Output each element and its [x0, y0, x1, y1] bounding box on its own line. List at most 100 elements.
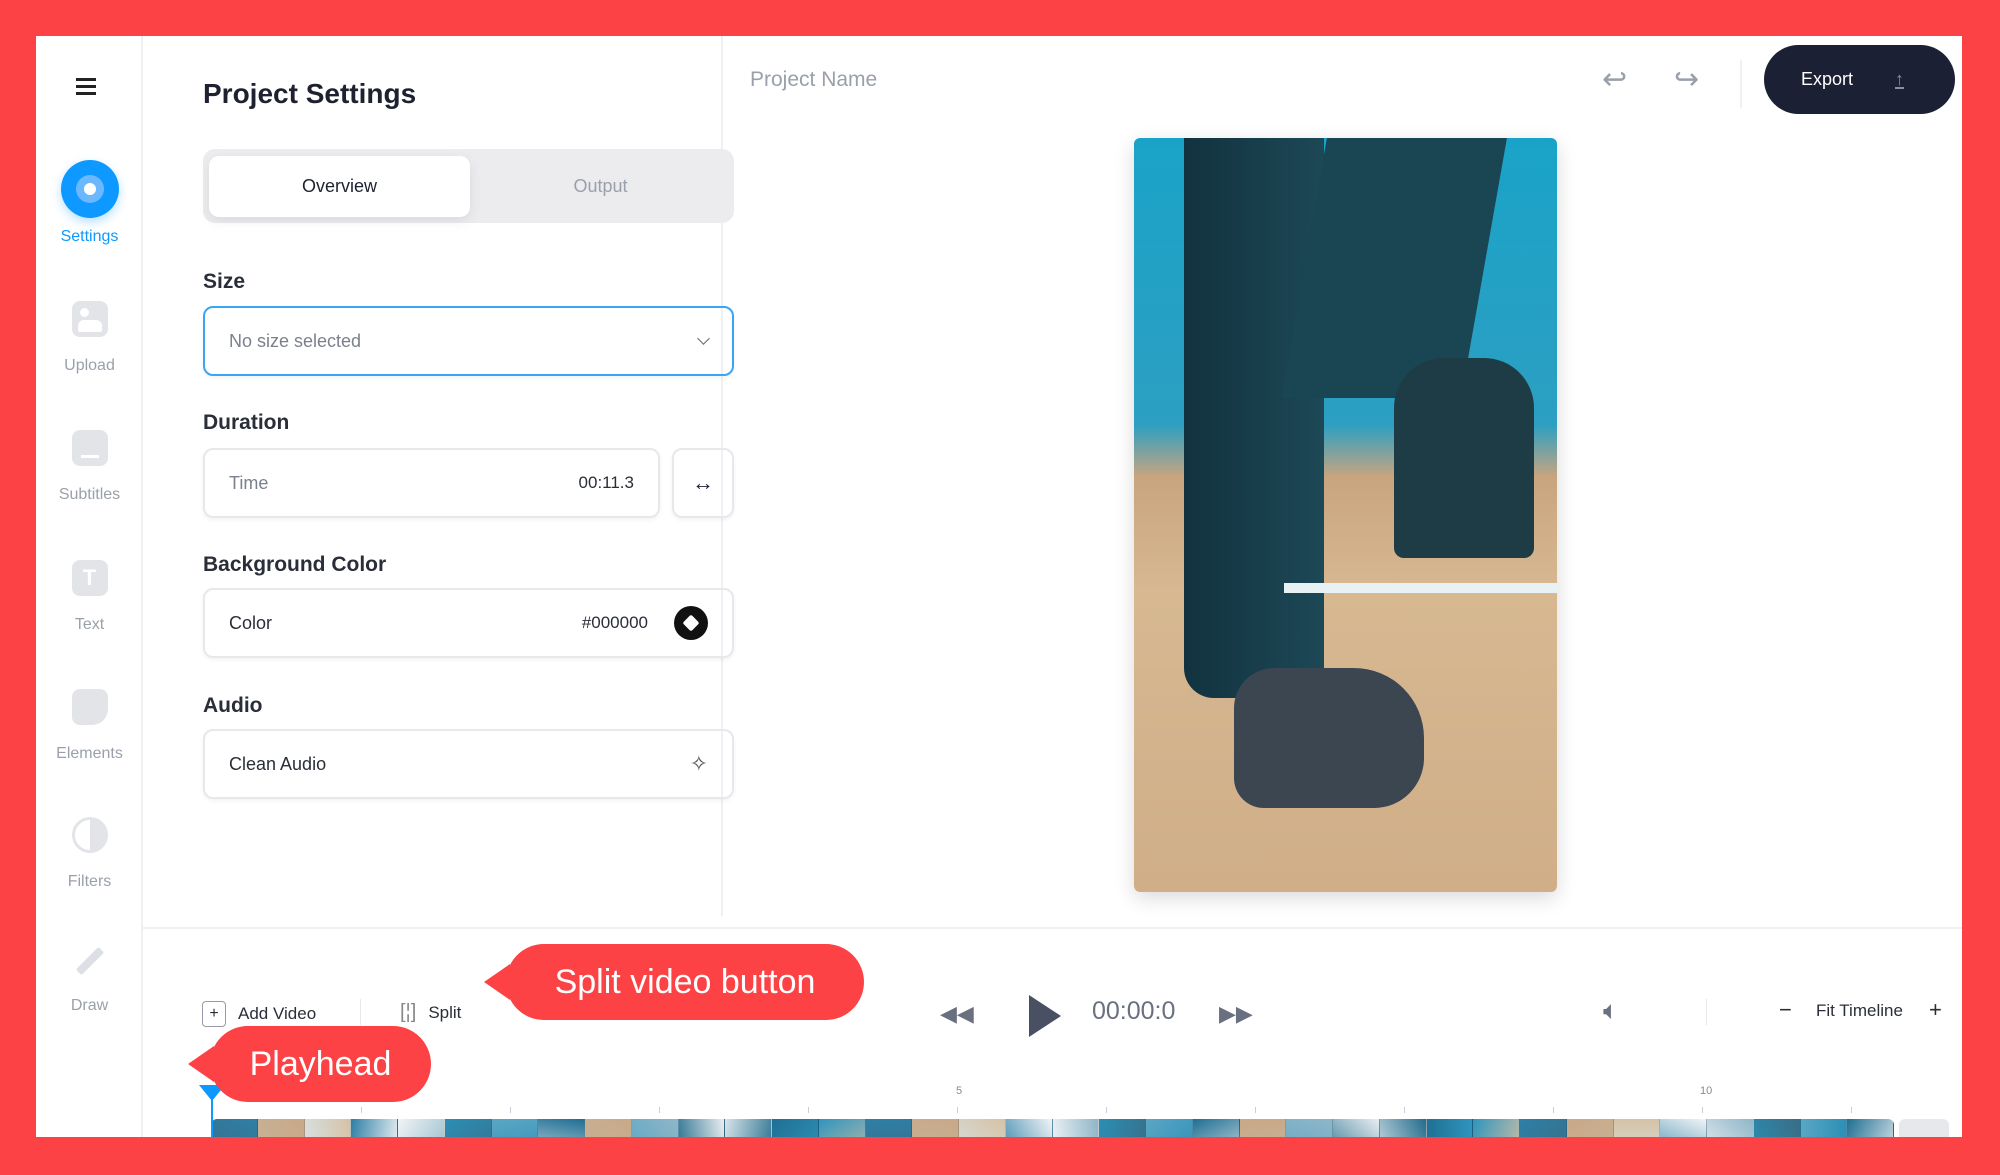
add-video-button[interactable]: + Add Video	[202, 1001, 316, 1027]
ruler-tick	[1702, 1107, 1703, 1113]
split-button[interactable]: [¦] Split	[400, 1001, 461, 1024]
clean-audio-button[interactable]: Clean Audio ✧	[203, 729, 734, 799]
fit-timeline-button[interactable]: Fit Timeline	[1816, 1001, 1903, 1021]
add-video-label: Add Video	[238, 1004, 317, 1023]
sidebar-item-text[interactable]: T Text	[36, 560, 143, 634]
sidebar-item-draw[interactable]: Draw	[36, 945, 143, 1015]
clip-frame	[1192, 1119, 1240, 1137]
video-preview[interactable]	[1134, 138, 1557, 892]
divider	[360, 999, 361, 1025]
playhead-line[interactable]	[211, 1097, 213, 1137]
clip-frame	[865, 1119, 913, 1137]
clip-frame	[631, 1119, 679, 1137]
clip-frame	[959, 1119, 1006, 1137]
project-name[interactable]: Project Name	[750, 68, 877, 92]
sidebar-label: Text	[74, 616, 105, 633]
play-button[interactable]	[1029, 995, 1061, 1037]
divider	[1740, 60, 1742, 108]
clip-frame	[491, 1119, 539, 1137]
clip-frame	[1707, 1119, 1754, 1137]
timeline-area: + Add Video [¦] Split ◀◀ 00:00:0 ▶▶ 🔈︎ −…	[143, 927, 1962, 1137]
text-icon: T	[71, 560, 108, 596]
tick-label: 10	[1700, 1085, 1713, 1097]
background-surfer	[1394, 358, 1534, 558]
add-clip-button[interactable]: +	[1899, 1119, 1949, 1137]
clip-frame	[772, 1119, 819, 1137]
tab-output[interactable]: Output	[470, 156, 731, 217]
clip-frame	[398, 1119, 445, 1137]
clip-frame	[1566, 1119, 1614, 1137]
chevron-down-icon	[697, 332, 710, 345]
sidebar-item-filters[interactable]: Filters	[36, 817, 143, 891]
surfer-leg	[1184, 138, 1324, 698]
clip-frame	[1146, 1119, 1193, 1137]
ruler-tick	[659, 1107, 660, 1113]
sidebar-label: Subtitles	[58, 486, 121, 503]
clip-frame	[211, 1119, 258, 1137]
sparkle-icon: ✧	[689, 751, 708, 776]
size-select[interactable]: No size selected	[203, 306, 734, 376]
clip-frame	[1426, 1119, 1474, 1137]
ruler-tick	[1255, 1107, 1256, 1113]
ruler-tick	[1851, 1107, 1852, 1113]
clip-frame	[1613, 1119, 1661, 1137]
clip-frame	[912, 1119, 959, 1137]
clip-frame	[304, 1119, 352, 1137]
clip-frame	[1473, 1119, 1520, 1137]
tab-overview[interactable]: Overview	[209, 156, 470, 217]
playhead-annotation: Playhead	[188, 1026, 431, 1102]
filter-icon	[71, 817, 108, 853]
ruler-tick	[1106, 1107, 1107, 1113]
size-label: Size	[203, 270, 246, 293]
paint-bucket-icon[interactable]	[674, 606, 708, 640]
zoom-out-button[interactable]: −	[1779, 997, 1792, 1023]
sidebar-item-elements[interactable]: Elements	[36, 689, 143, 763]
color-value: #000000	[581, 613, 648, 632]
redo-icon[interactable]: ↪	[1674, 62, 1699, 97]
project-settings-panel: Project Settings Overview Output Size No…	[143, 36, 734, 916]
clip-frame	[538, 1119, 585, 1137]
time-label: Time	[229, 472, 269, 493]
zoom-in-button[interactable]: +	[1929, 997, 1942, 1023]
ruler-tick	[1404, 1107, 1405, 1113]
sidebar-label: Filters	[67, 873, 112, 890]
clip-frame	[1800, 1119, 1848, 1137]
clip-frame	[1052, 1119, 1100, 1137]
upload-icon: ↑	[1895, 68, 1905, 89]
current-time: 00:00:0	[1092, 997, 1176, 1025]
clip-frame	[1847, 1119, 1894, 1137]
sticker-icon	[71, 689, 108, 725]
rewind-button[interactable]: ◀◀	[940, 1001, 974, 1027]
fast-forward-button[interactable]: ▶▶	[1219, 1001, 1253, 1027]
clip-frame	[1239, 1119, 1287, 1137]
export-button[interactable]: Export ↑	[1764, 45, 1955, 114]
export-label: Export	[1801, 69, 1854, 89]
sidebar-item-settings[interactable]: Settings	[36, 160, 143, 246]
clip-frame	[725, 1119, 772, 1137]
clip-frame	[818, 1119, 866, 1137]
ruler-tick	[361, 1107, 362, 1113]
background-color-input[interactable]: Color #000000	[203, 588, 734, 658]
clip-frame	[1520, 1119, 1567, 1137]
duration-input[interactable]: Time 00:11.3	[203, 448, 660, 518]
clip-frame	[1005, 1119, 1053, 1137]
plus-icon: +	[202, 1001, 226, 1027]
sidebar-item-upload[interactable]: Upload	[36, 301, 143, 375]
duration-value: 00:11.3	[578, 473, 634, 492]
split-label: Split	[428, 1002, 462, 1022]
undo-icon[interactable]: ↩	[1602, 62, 1627, 97]
menu-icon[interactable]	[76, 78, 96, 95]
sidebar-item-subtitles[interactable]: Subtitles	[36, 430, 143, 504]
color-label: Color	[229, 612, 273, 633]
clip-frame	[1379, 1119, 1427, 1137]
video-clip-track[interactable]	[211, 1119, 1894, 1137]
volume-icon[interactable]: 🔈︎	[1603, 995, 1619, 1027]
sidebar-label: Upload	[64, 357, 115, 374]
clip-frame	[1099, 1119, 1146, 1137]
clean-audio-label: Clean Audio	[229, 753, 327, 774]
size-placeholder: No size selected	[229, 330, 362, 351]
pencil-icon	[75, 946, 104, 976]
split-annotation: Split video button	[484, 944, 864, 1020]
rewind-icon: ◀◀	[940, 1001, 974, 1026]
fit-duration-button[interactable]: ↔	[672, 448, 734, 518]
